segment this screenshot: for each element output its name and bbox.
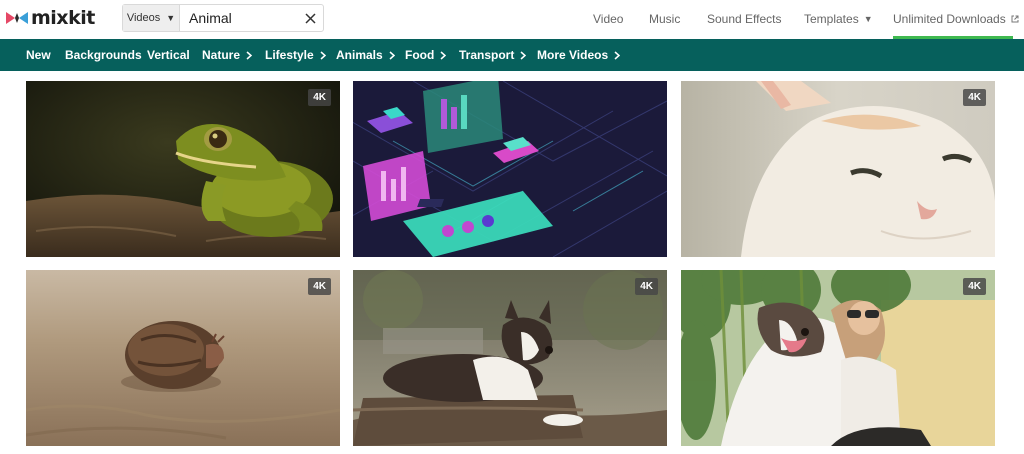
nav-sound-effects-label: Sound Effects [707, 11, 782, 26]
category-label: New [26, 48, 51, 62]
chevron-right-icon [389, 50, 395, 60]
category-vertical[interactable]: Vertical [147, 39, 190, 71]
category-label: Transport [459, 48, 515, 62]
video-card-girl-and-dog[interactable]: 4K [681, 270, 995, 446]
category-label: Animals [336, 48, 383, 62]
category-label: Vertical [147, 48, 190, 62]
video-card-border-collie[interactable]: 4K [353, 270, 667, 446]
mixkit-logo[interactable]: mixkit [6, 6, 95, 30]
nav-video[interactable]: Video [593, 0, 623, 37]
video-card-cat[interactable]: 4K [681, 81, 995, 257]
nav-unlimited-downloads[interactable]: Unlimited Downloads [893, 0, 1019, 37]
nav-video-label: Video [593, 11, 624, 26]
video-card-frog[interactable]: 4K [26, 81, 340, 257]
category-label: Nature [202, 48, 241, 62]
category-food[interactable]: Food [405, 39, 447, 71]
category-animals[interactable]: Animals [336, 39, 395, 71]
nav-sound-effects[interactable]: Sound Effects [707, 0, 782, 37]
chevron-right-icon [320, 50, 326, 60]
search-category-label: Videos [126, 12, 161, 24]
video-thumbnail [26, 270, 340, 446]
search-bar: Videos ▼ [122, 4, 324, 32]
resolution-badge: 4K [308, 89, 331, 106]
category-lifestyle[interactable]: Lifestyle [265, 39, 326, 71]
chevron-right-icon [614, 50, 621, 60]
mixkit-logo-icon [6, 12, 28, 24]
nav-music[interactable]: Music [649, 0, 680, 37]
category-new[interactable]: New [26, 39, 51, 71]
search-category-select[interactable]: Videos ▼ [123, 5, 180, 31]
resolution-badge: 4K [963, 89, 986, 106]
close-icon[interactable] [297, 5, 323, 31]
category-transport[interactable]: Transport [459, 39, 527, 71]
chevron-right-icon [520, 50, 527, 60]
chevron-right-icon [440, 50, 447, 60]
video-thumbnail [26, 81, 340, 257]
chevron-right-icon [246, 50, 253, 60]
top-header: mixkit Videos ▼ Video Music Sound Effect… [0, 0, 1024, 39]
search-input[interactable] [180, 5, 297, 31]
brand-name: mixkit [31, 7, 95, 29]
category-bar: New Backgrounds Vertical Nature Lifestyl… [0, 39, 1024, 71]
nav-templates-label: Templates [804, 11, 859, 26]
category-more-videos[interactable]: More Videos [537, 39, 621, 71]
category-nature[interactable]: Nature [202, 39, 253, 71]
nav-music-label: Music [649, 11, 681, 26]
video-thumbnail [681, 270, 995, 446]
resolution-badge: 4K [635, 278, 658, 295]
nav-unlimited-downloads-label: Unlimited Downloads [893, 11, 1006, 26]
category-label: Lifestyle [265, 48, 314, 62]
category-label: More Videos [537, 48, 609, 62]
video-thumbnail [353, 270, 667, 446]
video-card-isometric-ui[interactable] [353, 81, 667, 257]
resolution-badge: 4K [308, 278, 331, 295]
resolution-badge: 4K [963, 278, 986, 295]
video-thumbnail [681, 81, 995, 257]
external-link-icon [1011, 15, 1019, 22]
caret-down-icon: ▼ [166, 13, 176, 23]
video-card-hermit-crab[interactable]: 4K [26, 270, 340, 446]
nav-templates[interactable]: Templates ▼ [804, 0, 873, 37]
category-label: Food [405, 48, 435, 62]
category-backgrounds[interactable]: Backgrounds [65, 39, 142, 71]
category-label: Backgrounds [65, 48, 142, 62]
caret-down-icon: ▼ [863, 13, 873, 24]
video-thumbnail [353, 81, 667, 257]
